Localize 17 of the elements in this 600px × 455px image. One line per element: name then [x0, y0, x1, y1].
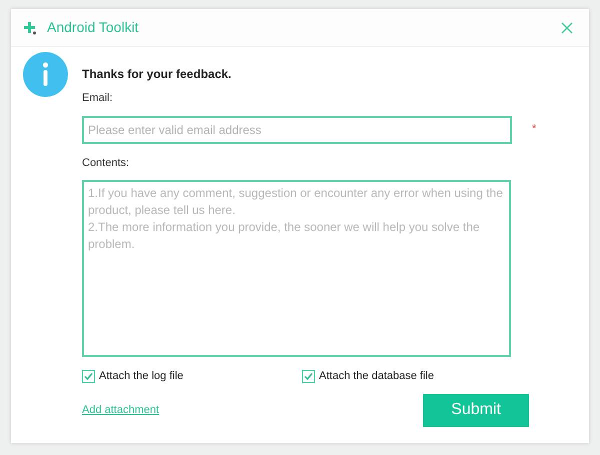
contents-label: Contents: — [82, 156, 130, 170]
checkbox-label: Attach the log file — [99, 369, 184, 384]
close-button[interactable] — [560, 20, 574, 34]
email-field[interactable]: Please enter valid email address — [82, 116, 512, 144]
info-icon — [23, 52, 68, 97]
checkbox[interactable] — [82, 370, 95, 383]
feedback-heading: Thanks for your feedback. — [82, 66, 232, 83]
plus-logo-icon — [23, 20, 37, 34]
email-label: Email: — [82, 91, 114, 106]
checkbox-label: Attach the database file — [319, 369, 434, 384]
close-icon — [561, 22, 573, 34]
contents-field[interactable]: 1.If you have any comment, suggestion or encounter any error when using the product, please tell us here. 2.The more information you provide, the sooner we will help you solve the problem. — [82, 180, 511, 357]
submit-button[interactable]: Submit — [423, 394, 530, 426]
required-mark: * — [532, 122, 536, 138]
add-attachment-link[interactable]: Add attachment — [82, 402, 160, 418]
checkbox[interactable] — [302, 370, 315, 383]
window-title: Android Toolkit — [47, 18, 139, 37]
